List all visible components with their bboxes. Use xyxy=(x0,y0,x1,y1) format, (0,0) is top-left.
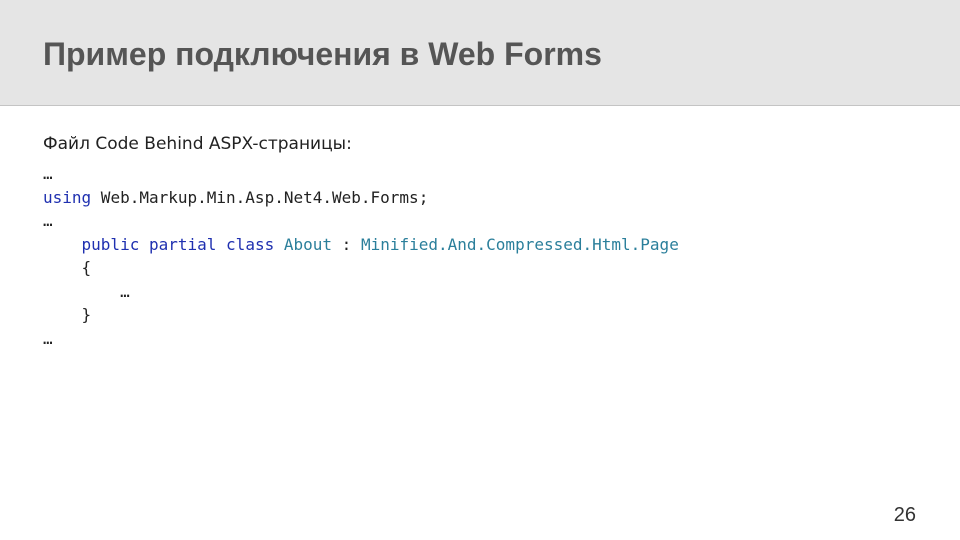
slide-subtitle: Файл Code Behind ASPX-страницы: xyxy=(43,134,352,154)
class-name: About xyxy=(283,234,333,254)
code-line-8: … xyxy=(43,327,679,351)
open-brace: { xyxy=(43,258,92,277)
ellipsis: … xyxy=(43,211,53,230)
code-line-2: using Web.Markup.Min.Asp.Net4.Web.Forms; xyxy=(43,186,679,210)
code-line-3: … xyxy=(43,209,679,233)
ellipsis: … xyxy=(43,281,130,301)
code-line-5: { xyxy=(43,256,679,280)
code-line-1: … xyxy=(43,162,679,186)
code-line-4: public partial class About : Minified.An… xyxy=(43,233,679,257)
keyword-class: class xyxy=(226,234,275,254)
code-block: … using Web.Markup.Min.Asp.Net4.Web.Form… xyxy=(43,162,679,350)
slide-header: Пример подключения в Web Forms xyxy=(0,0,960,106)
slide-title: Пример подключения в Web Forms xyxy=(43,36,602,72)
ellipsis: … xyxy=(43,164,53,183)
keyword-using: using xyxy=(43,187,92,207)
inheritance-separator: : xyxy=(332,234,361,254)
code-line-7: } xyxy=(43,303,679,327)
page-number: 26 xyxy=(893,504,916,526)
keyword-public: public xyxy=(81,234,140,254)
ellipsis: … xyxy=(43,328,53,348)
base-class-name: Minified.And.Compressed.Html.Page xyxy=(360,234,679,254)
code-line-6: … xyxy=(43,280,679,304)
keyword-partial: partial xyxy=(148,234,217,254)
namespace-name: Web.Markup.Min.Asp.Net4.Web.Forms; xyxy=(91,187,429,207)
close-brace: } xyxy=(43,305,92,324)
